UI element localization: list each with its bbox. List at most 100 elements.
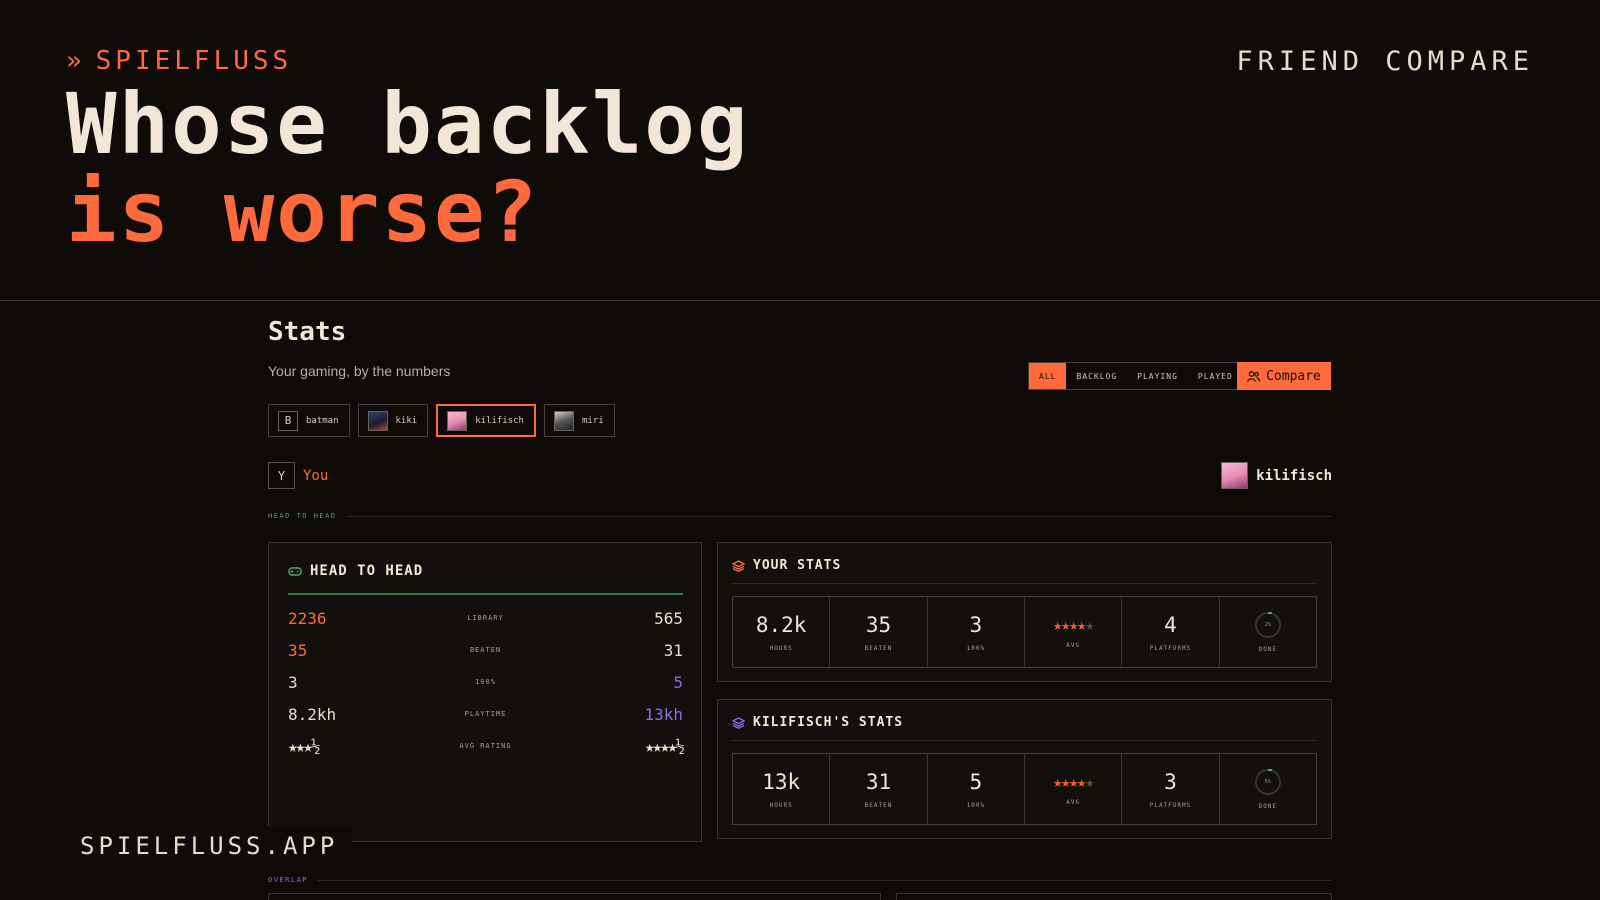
star-icon: ★ xyxy=(1085,615,1094,634)
stat-value: 4 xyxy=(1164,612,1177,637)
right-value: 5 xyxy=(673,672,683,692)
site-domain: SPIELFLUSS.APP xyxy=(66,826,353,866)
page-subtitle: Your gaming, by the numbers xyxy=(268,363,451,379)
stat-done: 2% DONE xyxy=(1220,597,1316,667)
stat-value: 13k xyxy=(762,769,801,794)
stat-label: DONE xyxy=(1258,645,1278,653)
section-label: OVERLAP xyxy=(268,876,309,884)
brand-name: SPIELFLUSS xyxy=(95,46,293,76)
star-icon: ★ xyxy=(1085,772,1094,791)
stat-label: AVG xyxy=(1066,798,1081,806)
stat-done: 5% DONE xyxy=(1220,754,1316,824)
panel-title: YOUR STATS xyxy=(753,558,842,573)
rating-stars: ★★★★★ xyxy=(1053,772,1094,791)
card-header: HEAD TO HEAD xyxy=(288,563,423,579)
stat-label: BEATEN xyxy=(864,801,893,809)
section-divider-overlap: OVERLAP xyxy=(268,876,1332,884)
friend-name: kiki xyxy=(395,415,418,426)
panel-title: KILIFISCH'S STATS xyxy=(753,715,904,730)
friend-chip-kilifisch[interactable]: kilifisch xyxy=(436,404,536,437)
users-icon xyxy=(1247,370,1260,382)
left-rating-stars: ★★★½ xyxy=(288,736,321,756)
headline-line-1: Whose backlog xyxy=(66,75,750,173)
friend-name: kilifisch xyxy=(475,415,524,426)
stat-value: 3 xyxy=(1164,769,1177,794)
layers-icon xyxy=(732,559,745,572)
left-value: 2236 xyxy=(288,608,327,628)
friend-chip-kiki[interactable]: kiki xyxy=(357,404,429,437)
stat-label: DONE xyxy=(1258,802,1278,810)
stat-label: HOURS xyxy=(769,801,793,809)
avatar: B xyxy=(278,410,298,431)
stat-row: 13k HOURS 31 BEATEN 5 100% ★★★★★ AVG 3 PLATFO… xyxy=(732,753,1317,825)
opponent-indicator: kilifisch xyxy=(1221,462,1332,489)
page-title: Stats xyxy=(268,317,347,347)
row-label: 100% xyxy=(475,678,496,686)
star-icon: ★ xyxy=(1069,615,1078,634)
stat-label: PLATFORMS xyxy=(1149,644,1192,652)
brand[interactable]: » SPIELFLUSS xyxy=(66,46,292,76)
star-icon: ★ xyxy=(1061,772,1070,791)
row-label: LIBRARY xyxy=(467,614,504,622)
stat-label: 100% xyxy=(966,644,986,652)
star-icon: ★ xyxy=(1053,772,1062,791)
stat-beaten: 35 BEATEN xyxy=(830,597,928,667)
layers-icon xyxy=(732,716,745,729)
avatar: Y xyxy=(268,462,295,489)
stat-row: 8.2k HOURS 35 BEATEN 3 100% ★★★★★ AVG 4 PLATF… xyxy=(732,596,1317,668)
overlap-cards-peek xyxy=(268,893,1332,900)
panel-header: YOUR STATS xyxy=(732,558,841,573)
stat-label: AVG xyxy=(1066,641,1081,649)
chevron-right-icon: » xyxy=(66,46,86,76)
filter-tabs: ALL BACKLOG PLAYING PLAYED xyxy=(1028,362,1244,390)
row-label: BEATEN xyxy=(469,646,502,654)
row-label: AVG RATING xyxy=(459,742,512,750)
filter-playing[interactable]: PLAYING xyxy=(1127,363,1188,389)
gamepad-icon xyxy=(288,566,302,576)
left-value: 3 xyxy=(288,672,298,692)
avatar xyxy=(553,410,574,431)
friend-name: batman xyxy=(306,415,339,426)
h2h-row-avg-rating: ★★★½ AVG RATING ★★★★½ xyxy=(288,736,685,756)
friend-chip-batman[interactable]: B batman xyxy=(268,404,350,437)
stat-avg-rating: ★★★★★ AVG xyxy=(1025,597,1123,667)
h2h-row-library: 2236 LIBRARY 565 xyxy=(288,608,683,628)
friend-selector: B batman kiki kilifisch miri xyxy=(268,404,615,437)
right-value: 13kh xyxy=(644,704,683,724)
stat-label: BEATEN xyxy=(864,644,893,652)
h2h-row-beaten: 35 BEATEN 31 xyxy=(288,640,683,660)
avatar xyxy=(367,410,388,431)
your-stats-panel: YOUR STATS 8.2k HOURS 35 BEATEN 3 100% ★★★★… xyxy=(717,542,1332,682)
stat-label: 100% xyxy=(966,801,986,809)
row-label: PLAYTIME xyxy=(464,710,507,718)
right-rating-stars: ★★★★½ xyxy=(644,736,685,756)
card-title: HEAD TO HEAD xyxy=(310,563,424,579)
stat-value: 5 xyxy=(969,769,983,794)
stat-value: 31 xyxy=(865,769,892,794)
filter-played[interactable]: PLAYED xyxy=(1188,363,1243,389)
stat-value: 8.2k xyxy=(755,612,807,637)
head-to-head-card: HEAD TO HEAD 2236 LIBRARY 565 35 BEATEN … xyxy=(268,542,702,842)
right-value: 31 xyxy=(663,640,683,660)
left-value: 35 xyxy=(288,640,308,660)
h2h-row-completed: 3 100% 5 xyxy=(288,672,683,692)
hero: » SPIELFLUSS FRIEND COMPARE Whose backlog… xyxy=(0,0,1600,301)
page-tag: FRIEND COMPARE xyxy=(1236,46,1534,77)
filter-backlog[interactable]: BACKLOG xyxy=(1066,363,1127,389)
stat-platforms: 4 PLATFORMS xyxy=(1122,597,1220,667)
stat-avg-rating: ★★★★★ AVG xyxy=(1025,754,1123,824)
headline: Whose backlog is worse? xyxy=(66,80,749,256)
rating-stars: ★★★★★ xyxy=(1053,615,1094,634)
opponent-stats-panel: KILIFISCH'S STATS 13k HOURS 31 BEATEN 5 100… xyxy=(717,699,1332,839)
friend-chip-miri[interactable]: miri xyxy=(543,404,615,437)
stat-completed: 5 100% xyxy=(928,754,1025,824)
stat-value: 3 xyxy=(969,612,983,637)
stat-label: HOURS xyxy=(769,644,793,652)
avatar xyxy=(1221,462,1249,489)
stat-value: 35 xyxy=(865,612,892,637)
friend-name: miri xyxy=(581,415,604,426)
filter-all[interactable]: ALL xyxy=(1029,363,1067,389)
right-value: 565 xyxy=(654,608,683,628)
compare-button[interactable]: Compare xyxy=(1237,362,1331,390)
you-label: You xyxy=(303,467,329,484)
